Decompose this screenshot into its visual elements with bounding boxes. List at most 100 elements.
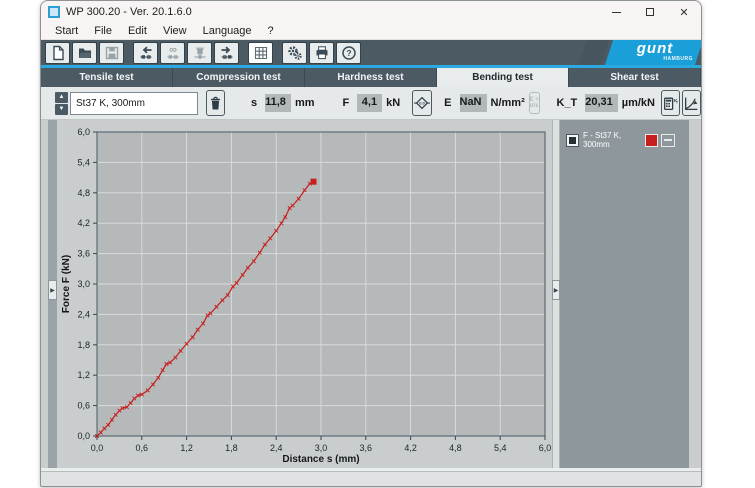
minimize-button[interactable]: [599, 1, 633, 23]
grid-icon: [253, 45, 269, 61]
tab-compression-test[interactable]: Compression test: [173, 68, 305, 87]
menu-file[interactable]: File: [86, 25, 120, 37]
y-tick-label: 6,0: [77, 127, 90, 137]
legend-splitter[interactable]: ▶: [552, 120, 560, 468]
distance-value: 11,8: [265, 94, 291, 112]
tare-diamond-icon: 0.0: [413, 94, 431, 112]
svg-text:?: ?: [346, 48, 351, 58]
x-tick-label: 6,0: [539, 443, 552, 453]
merge-datasets-button[interactable]: ∞: [160, 42, 185, 64]
legend-color-swatch[interactable]: [645, 134, 658, 147]
prev-dataset-button[interactable]: [133, 42, 158, 64]
y-tick-label: 1,2: [77, 370, 90, 380]
save-floppy-icon: [104, 45, 120, 61]
arrow-left-node-icon: [138, 45, 154, 61]
force-unit: kN: [386, 97, 400, 109]
chart-svg: 0,00,61,21,82,43,03,64,24,85,46,00,00,61…: [58, 120, 552, 468]
toolbar: ∞ ? gunt: [41, 40, 701, 65]
trash-node-icon: [192, 45, 208, 61]
distance-unit: mm: [295, 97, 315, 109]
logo-text: gunt: [613, 40, 697, 57]
close-icon: ✕: [679, 6, 688, 19]
test-tabs: Tensile test Compression test Hardness t…: [41, 68, 701, 87]
y-tick-label: 1,8: [77, 340, 90, 350]
new-file-button[interactable]: [45, 42, 70, 64]
legend-panel: F - St37 K, 300mm: [560, 120, 689, 468]
maximize-button[interactable]: [633, 1, 667, 23]
menu-edit[interactable]: Edit: [120, 25, 155, 37]
kt-calculator-button[interactable]: KT: [661, 90, 680, 116]
left-panel-collapse-button[interactable]: ▶: [48, 280, 57, 300]
legend-line-style-button[interactable]: [661, 134, 675, 147]
formula-text: E = σ/ε: [530, 97, 540, 109]
menu-language[interactable]: Language: [195, 25, 260, 37]
legend-item: F - St37 K, 300mm: [566, 131, 675, 149]
curve-icon: [683, 95, 700, 112]
sample-name-input[interactable]: [70, 92, 198, 115]
checkbox-check-icon: [569, 137, 576, 144]
svg-text:∞: ∞: [169, 45, 177, 56]
y-tick-label: 3,0: [77, 279, 90, 289]
emodulus-label: E: [444, 97, 451, 109]
infinity-node-icon: ∞: [165, 45, 181, 61]
svg-text:T: T: [676, 100, 678, 104]
y-axis-title: Force F (kN): [61, 255, 72, 313]
menu-start[interactable]: Start: [47, 25, 86, 37]
legend-label: F - St37 K, 300mm: [583, 131, 645, 149]
data-grid-button[interactable]: [248, 42, 273, 64]
x-tick-label: 0,0: [91, 443, 104, 453]
force-value: 4,1: [357, 94, 382, 112]
save-button[interactable]: [99, 42, 124, 64]
delete-dataset-button[interactable]: [187, 42, 212, 64]
legend-checkbox[interactable]: [566, 134, 579, 147]
close-button[interactable]: ✕: [667, 1, 701, 23]
series-end-marker: [311, 179, 317, 185]
kt-curve-button[interactable]: [682, 90, 701, 116]
x-tick-label: 2,4: [270, 443, 283, 453]
toolbar-separator: [275, 42, 280, 64]
printer-icon: [314, 45, 330, 61]
x-tick-label: 1,2: [180, 443, 193, 453]
x-tick-label: 1,8: [225, 443, 238, 453]
emodulus-unit: N/mm²: [491, 97, 525, 109]
controls-bar: ▲ ▼ s 11,8 mm F 4,1 kN 0.0 E NaN N/mm² E…: [41, 87, 701, 120]
title-bar[interactable]: WP 300.20 - Ver. 20.1.6.0 ✕: [41, 1, 701, 23]
app-icon: [48, 6, 60, 18]
x-tick-label: 3,6: [360, 443, 373, 453]
kt-label: K_T: [556, 97, 577, 109]
tab-tensile-test[interactable]: Tensile test: [41, 68, 173, 87]
y-tick-label: 2,4: [77, 309, 90, 319]
force-label: F: [343, 97, 350, 109]
open-file-button[interactable]: [72, 42, 97, 64]
y-tick-label: 0,0: [77, 431, 90, 441]
spinner-down-button[interactable]: ▼: [55, 104, 68, 115]
emodulus-formula-button[interactable]: E = σ/ε: [529, 92, 541, 114]
tare-button[interactable]: 0.0: [412, 90, 432, 116]
x-tick-label: 0,6: [136, 443, 149, 453]
help-button[interactable]: ?: [336, 42, 361, 64]
arrow-right-node-icon: [219, 45, 235, 61]
next-dataset-button[interactable]: [214, 42, 239, 64]
toolbar-separator: [126, 42, 131, 64]
tab-bending-test[interactable]: Bending test: [437, 68, 569, 87]
menu-view[interactable]: View: [155, 25, 195, 37]
kt-unit: µm/kN: [622, 97, 655, 109]
spinner-up-button[interactable]: ▲: [55, 92, 68, 103]
sample-spinner: ▲ ▼: [55, 92, 68, 115]
y-tick-label: 0,6: [77, 401, 90, 411]
x-axis-title: Distance s (mm): [282, 454, 359, 465]
window-title: WP 300.20 - Ver. 20.1.6.0: [66, 6, 192, 18]
gears-icon: [287, 45, 303, 61]
tab-shear-test[interactable]: Shear test: [569, 68, 701, 87]
tab-hardness-test[interactable]: Hardness test: [305, 68, 437, 87]
delete-sample-button[interactable]: [206, 90, 225, 116]
right-panel-collapse-button[interactable]: ▶: [552, 280, 560, 300]
kt-value: 20,31: [585, 94, 618, 112]
print-button[interactable]: [309, 42, 334, 64]
settings-button[interactable]: [282, 42, 307, 64]
main-area: ▶ 0,00,61,21,82,43,03,64,24,85,46,00,00,…: [41, 120, 701, 468]
menu-help[interactable]: ?: [260, 25, 282, 37]
desktop-background: WP 300.20 - Ver. 20.1.6.0 ✕ Start File E…: [0, 0, 755, 488]
left-panel-strip: ▶: [48, 120, 57, 468]
logo-accent-shape: [579, 40, 609, 65]
